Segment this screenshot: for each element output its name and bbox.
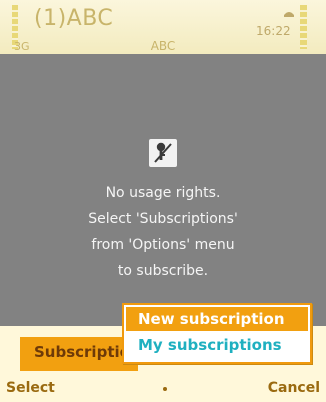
menu-item-my-subscriptions[interactable]: My subscriptions	[126, 333, 308, 357]
battery-bars-icon	[300, 5, 307, 49]
menu-item-new-subscription[interactable]: New subscription	[126, 307, 308, 331]
options-popup-menu: New subscription My subscriptions	[122, 303, 312, 364]
left-softkey[interactable]: Select	[6, 380, 55, 396]
app-title: (1)ABC	[34, 6, 114, 31]
message-line: No usage rights.	[105, 185, 221, 201]
center-softkey-dot-icon[interactable]	[163, 387, 167, 391]
clock: 16:22	[256, 24, 291, 38]
no-rights-icon	[149, 139, 177, 167]
menu-item-label: New subscription	[138, 310, 285, 328]
message-line: Select 'Subscriptions'	[88, 211, 238, 227]
phone-indicator-icon	[284, 12, 294, 17]
softkey-bar: Select Cancel	[0, 376, 326, 402]
message-line: to subscribe.	[117, 263, 209, 279]
right-softkey[interactable]: Cancel	[268, 380, 320, 396]
tab-subscriptions[interactable]: Subscriptions	[20, 337, 150, 371]
menu-item-label: My subscriptions	[138, 336, 282, 354]
operator-name: ABC	[150, 39, 176, 53]
message-line: from 'Options' menu	[91, 237, 235, 253]
